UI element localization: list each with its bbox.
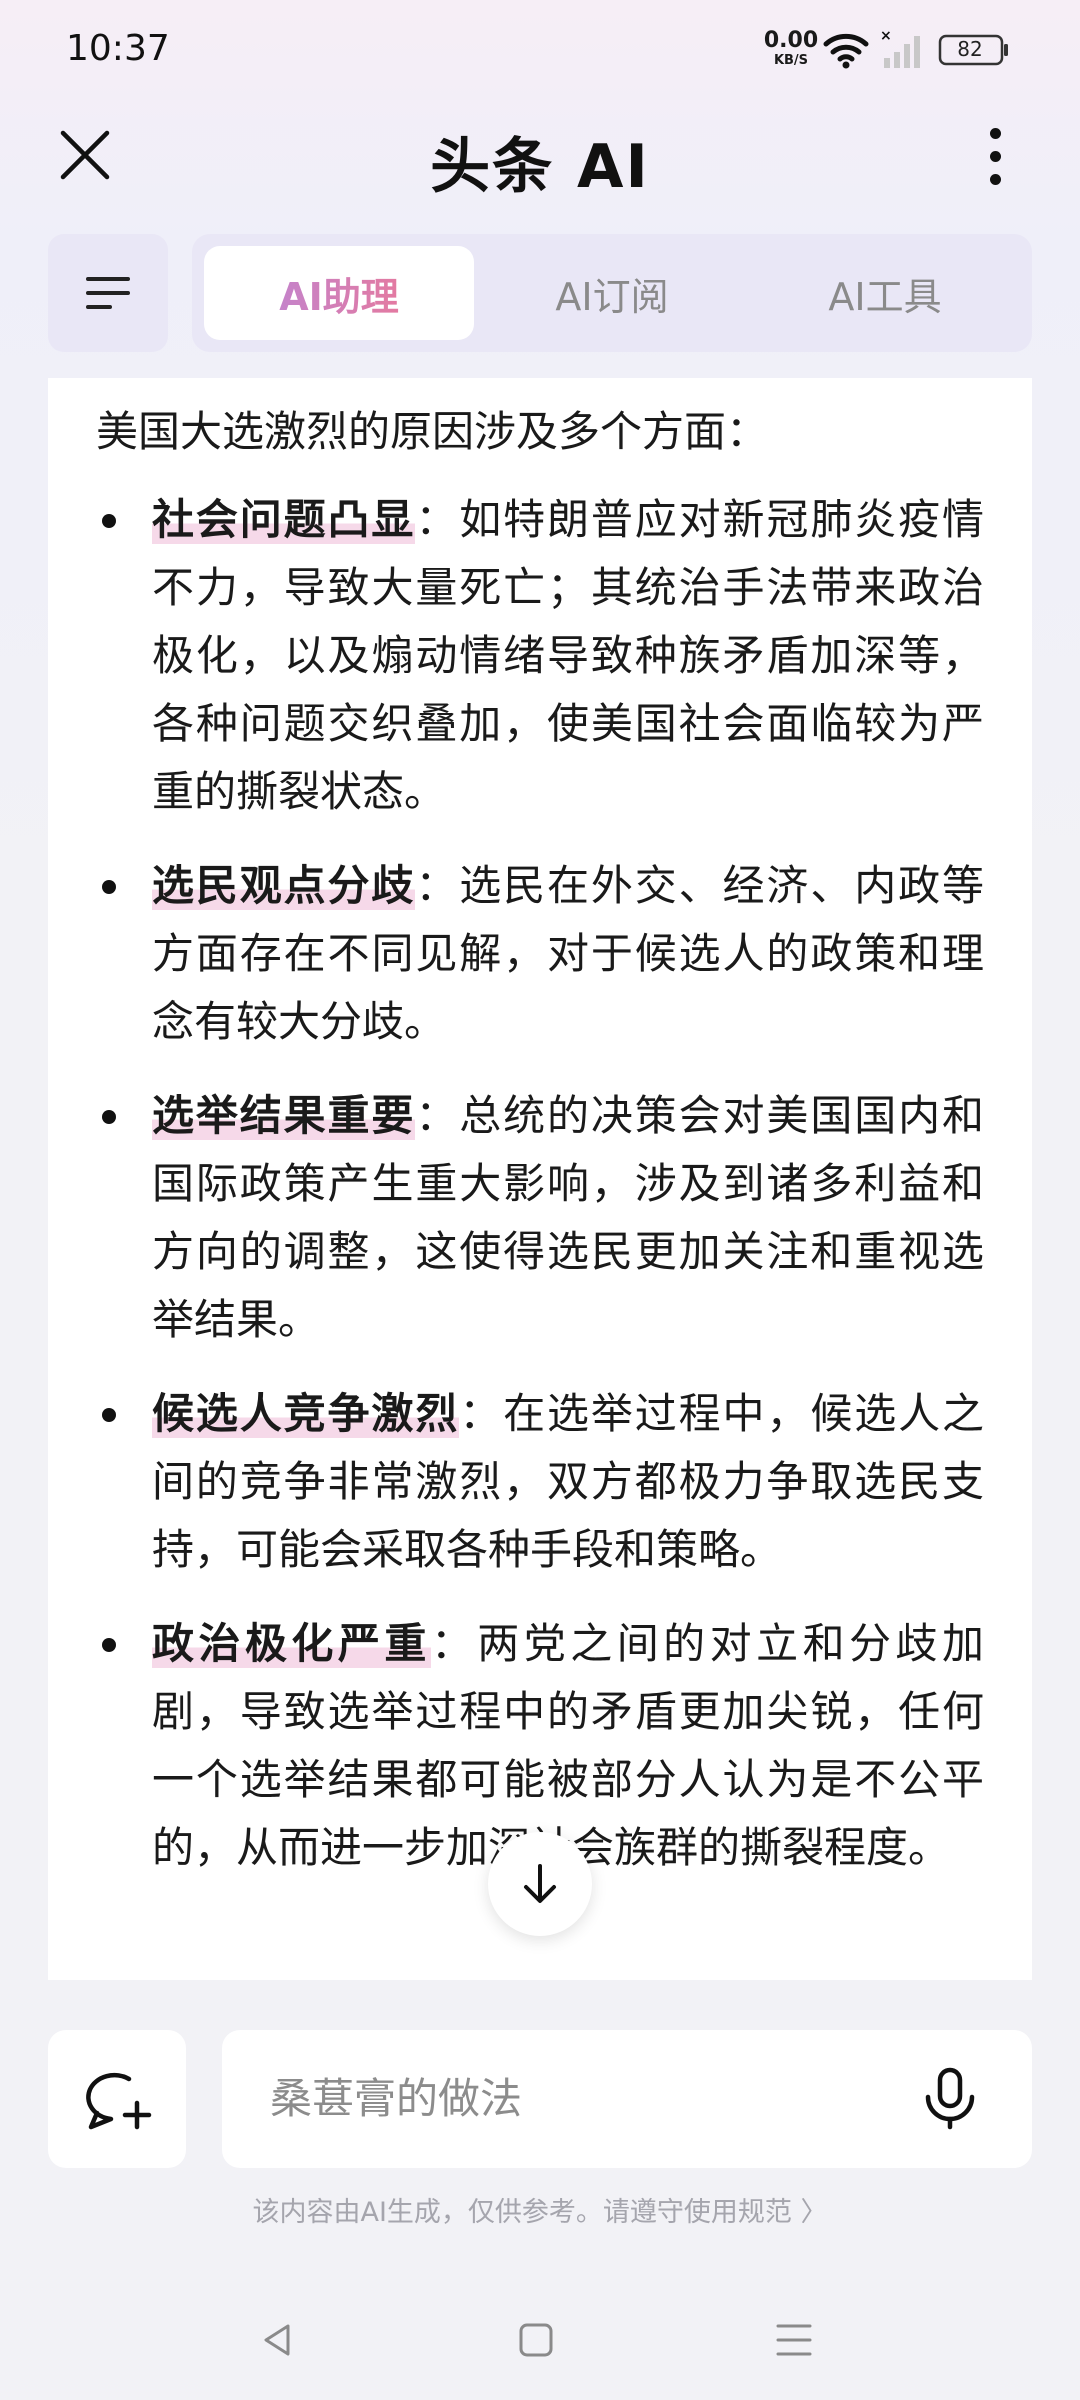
- tab-label: AI助理: [279, 266, 399, 321]
- point-term: 政治极化严重: [152, 1619, 431, 1668]
- network-speed: 0.00 KB/S: [762, 28, 820, 68]
- network-speed-value: 0.00: [763, 28, 819, 53]
- svg-text:×: ×: [880, 30, 892, 44]
- chat-plus-icon: [86, 2072, 152, 2130]
- answer-list: 社会问题凸显：如特朗普应对新冠肺炎疫情不力，导致大量死亡；其统治手法带来政治极化…: [96, 486, 984, 1882]
- tab-bar: AI助理 AI订阅 AI工具: [192, 234, 1032, 352]
- triangle-back-icon: [264, 2324, 290, 2356]
- nav-home-button[interactable]: [506, 2310, 566, 2370]
- network-speed-unit: KB/S: [773, 53, 809, 68]
- menu-lines-icon: [86, 277, 130, 309]
- list-item: 社会问题凸显：如特朗普应对新冠肺炎疫情不力，导致大量死亡；其统治手法带来政治极化…: [96, 486, 984, 826]
- signal-icon: ×: [880, 30, 920, 68]
- tab-label: AI订阅: [555, 274, 669, 319]
- wifi-icon: [823, 33, 869, 69]
- battery-level: 82: [957, 37, 983, 61]
- ai-disclaimer-link[interactable]: 该内容由AI生成，仅供参考。请遵守使用规范 〉: [0, 2190, 1080, 2229]
- point-term: 候选人竞争激烈: [152, 1389, 460, 1438]
- menu-lines-icon: [776, 2324, 812, 2356]
- mic-icon: [925, 2067, 975, 2130]
- list-item: 选民观点分歧：选民在外交、经济、内政等方面存在不同见解，对于候选人的政策和理念有…: [96, 852, 984, 1056]
- tab-ai-tools[interactable]: AI工具: [750, 246, 1020, 340]
- scroll-to-bottom-button[interactable]: [488, 1832, 592, 1936]
- list-item: 候选人竞争激烈：在选举过程中，候选人之间的竞争非常激烈，双方都极力争取选民支持，…: [96, 1380, 984, 1584]
- new-chat-button[interactable]: [48, 2030, 186, 2168]
- more-dot: [989, 150, 1001, 162]
- chat-input[interactable]: 桑葚膏的做法: [222, 2030, 1032, 2168]
- more-vertical-icon: [989, 127, 1001, 139]
- voice-input-button[interactable]: [918, 2067, 982, 2131]
- nav-back-button[interactable]: [248, 2310, 308, 2370]
- chat-input-placeholder: 桑葚膏的做法: [270, 2074, 523, 2123]
- status-time: 10:37: [66, 28, 170, 69]
- tab-ai-subscription[interactable]: AI订阅: [477, 246, 747, 340]
- arrow-down-icon: [524, 1864, 556, 1903]
- point-term: 社会问题凸显: [152, 495, 416, 544]
- status-bar: 10:37 0.00 KB/S × 82: [0, 0, 1080, 100]
- more-dot: [989, 173, 1001, 185]
- answer-intro: 美国大选激烈的原因涉及多个方面：: [96, 407, 769, 456]
- point-term: 选民观点分歧: [152, 861, 416, 910]
- tab-ai-assistant[interactable]: AI助理: [204, 246, 474, 340]
- nav-recents-button[interactable]: [764, 2310, 824, 2370]
- square-home-icon: [519, 2323, 553, 2357]
- tab-label: AI工具: [828, 274, 942, 319]
- app-title: 头条 AI: [430, 132, 650, 202]
- answer-content[interactable]: 美国大选激烈的原因涉及多个方面： 社会问题凸显：如特朗普应对新冠肺炎疫情不力，导…: [48, 378, 1032, 1980]
- point-term: 选举结果重要: [152, 1091, 416, 1140]
- list-item: 选举结果重要：总统的决策会对美国国内和国际政策产生重大影响，涉及到诸多利益和方向…: [96, 1082, 984, 1354]
- more-options-button[interactable]: [965, 118, 1025, 194]
- history-menu-button[interactable]: [48, 234, 168, 352]
